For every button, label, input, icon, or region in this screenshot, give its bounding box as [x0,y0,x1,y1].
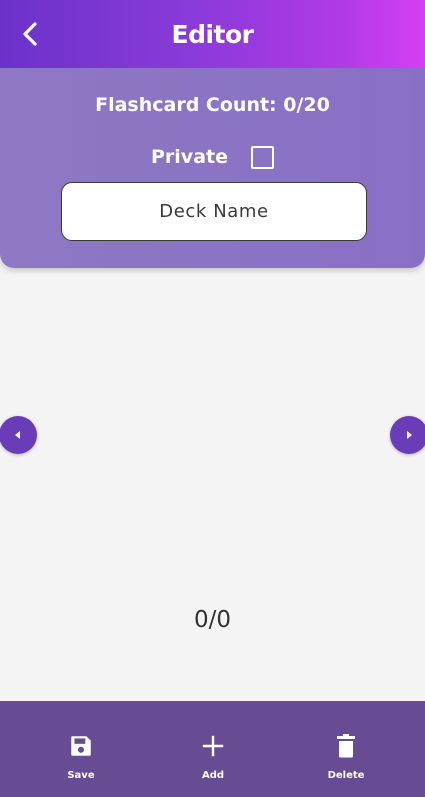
trash-icon [337,734,355,758]
private-label: Private [151,146,228,168]
flashcard-count: Flashcard Count: 0/20 [95,94,330,116]
deck-name-input[interactable] [61,182,367,241]
save-label: Save [67,770,95,781]
delete-label: Delete [327,770,365,781]
bottom-action-bar: Save Add Delete [0,701,425,797]
delete-button[interactable]: Delete [301,701,391,797]
plus-icon [202,735,224,757]
private-checkbox[interactable] [250,145,274,169]
floppy-disk-icon [71,736,91,756]
save-button[interactable]: Save [36,701,126,797]
add-label: Add [201,770,225,781]
card-counter: 0/0 [193,607,231,633]
page-title: Editor [171,19,255,49]
add-button[interactable]: Add [168,701,258,797]
top-app-bar: Editor [0,0,425,68]
chevron-left-icon [23,22,37,46]
caret-left-icon [15,431,20,439]
caret-right-icon [407,431,412,439]
previous-card-button[interactable] [0,416,37,454]
back-button[interactable] [14,17,48,51]
deck-settings-panel: Flashcard Count: 0/20 Private [0,68,425,268]
private-toggle-row: Private [0,144,425,170]
editor-screen: Editor Flashcard Count: 0/20 Private 0/0 [0,0,425,797]
next-card-button[interactable] [390,416,425,454]
